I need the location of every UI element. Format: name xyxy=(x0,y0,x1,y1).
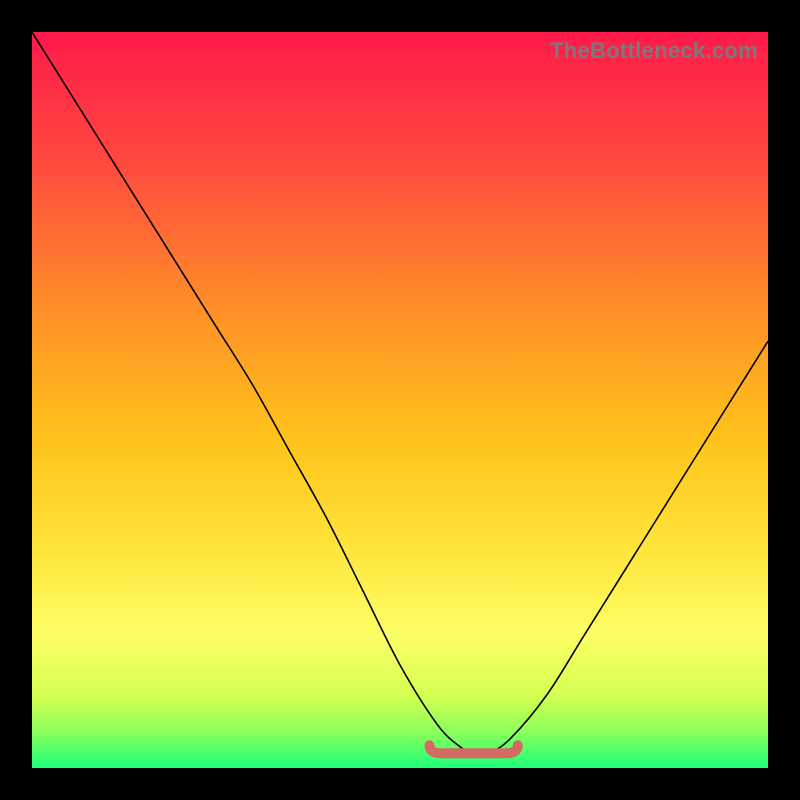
optimal-range-marker xyxy=(429,745,517,753)
chart-overlay-svg xyxy=(32,32,768,768)
chart-stage: TheBottleneck.com xyxy=(0,0,800,800)
plot-area: TheBottleneck.com xyxy=(32,32,768,768)
bottleneck-curve xyxy=(32,32,768,755)
